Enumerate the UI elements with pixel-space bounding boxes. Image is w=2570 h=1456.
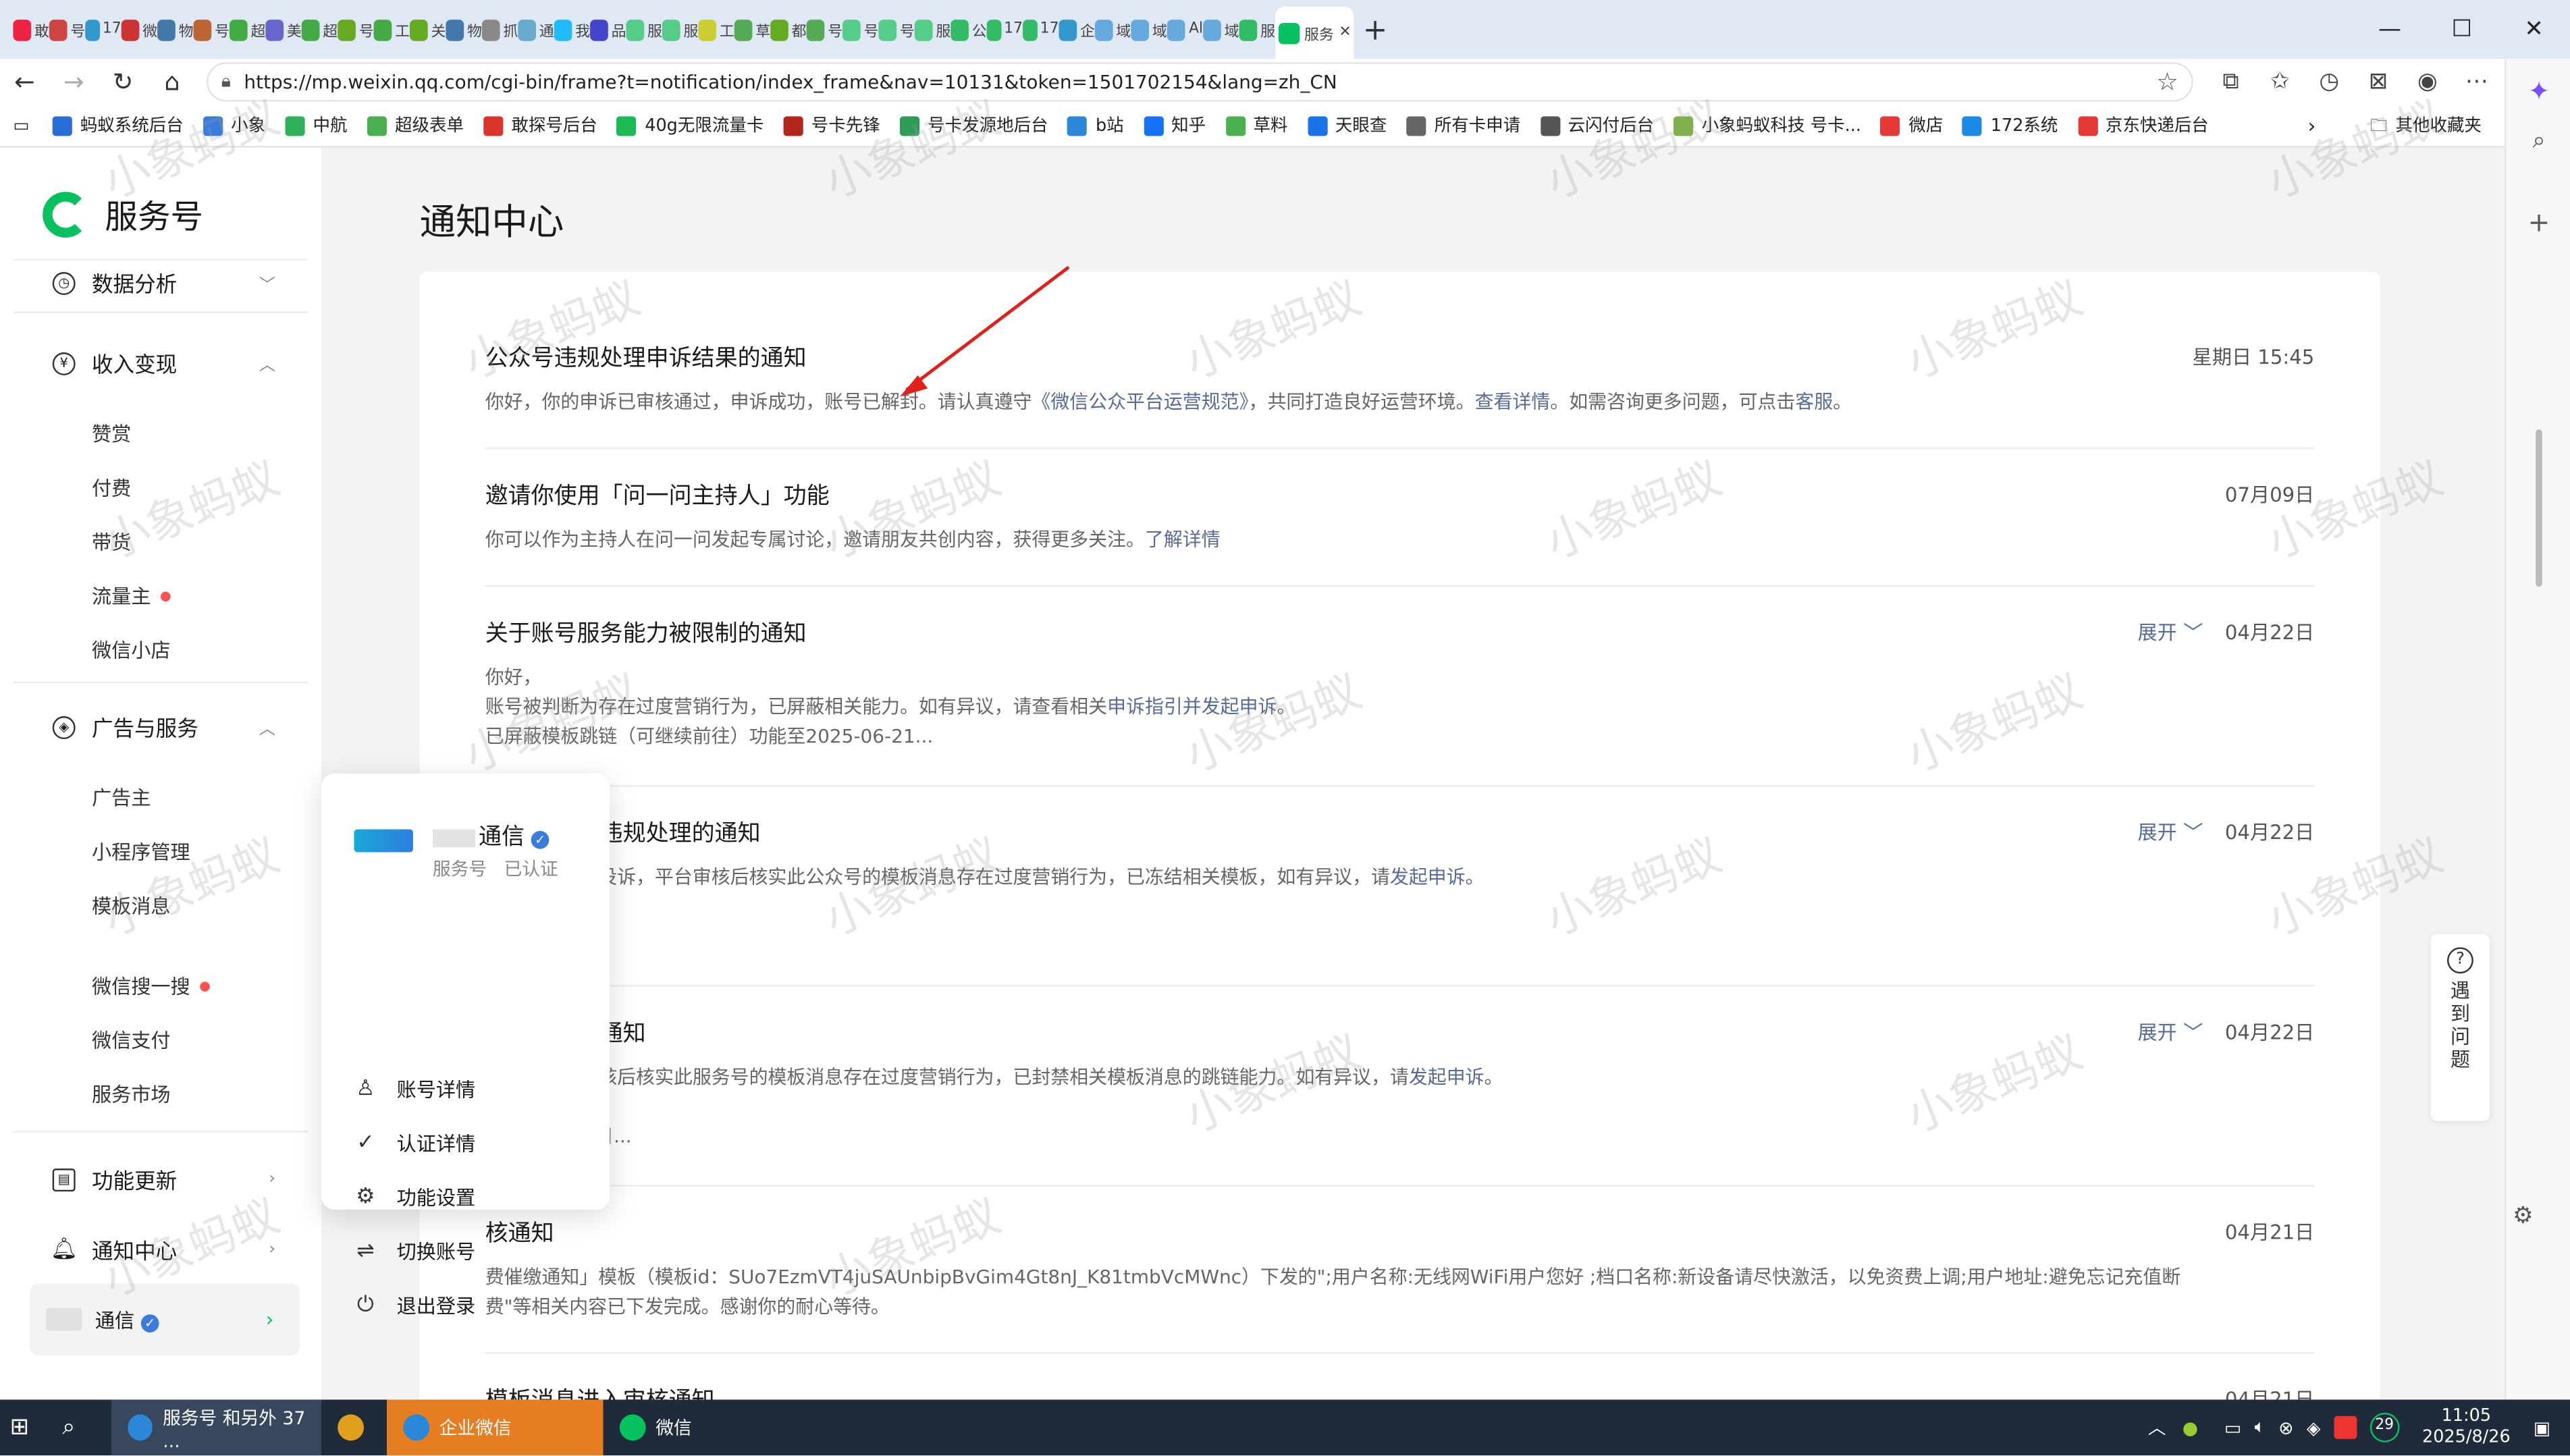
annotation-arrow xyxy=(899,265,1070,397)
system-clock[interactable]: 11:05 2025/8/26 xyxy=(2422,1406,2511,1449)
system-tray: ︿ ● ▭ 🔈︎ ⊗ ◈ 29 11:05 2025/8/26 ▣ xyxy=(2148,1400,2570,1456)
search-icon[interactable]: ⌕ xyxy=(62,1414,111,1440)
tray-app-icon[interactable]: ● xyxy=(2183,1417,2198,1438)
wecom-icon xyxy=(403,1414,430,1441)
edge-icon xyxy=(128,1414,153,1441)
network-icon[interactable]: ▭ xyxy=(2224,1417,2241,1438)
windows-taskbar: ⊞ ⌕ 服务号 和另外 37 ... 企业微信 微信 ︿ ● ▭ 🔈︎ ⊗ ◈ … xyxy=(0,1399,2570,1456)
tray-shield-icon[interactable]: ◈ xyxy=(2307,1417,2321,1438)
notification-badge[interactable]: 29 xyxy=(2370,1412,2399,1442)
taskbar-app-wecom[interactable]: 企业微信 xyxy=(387,1399,604,1456)
windows-start-icon[interactable]: ⊞ xyxy=(10,1414,43,1440)
browser-icon xyxy=(338,1414,365,1441)
taskbar-app-wechat[interactable]: 微信 xyxy=(604,1400,751,1456)
taskbar-app-edge[interactable]: 服务号 和另外 37 ... xyxy=(111,1399,321,1456)
volume-icon[interactable]: 🔈︎ xyxy=(2255,1416,2266,1439)
taskbar-app-browser[interactable] xyxy=(321,1400,387,1456)
tray-app-s-icon[interactable] xyxy=(2333,1415,2357,1439)
tray-close-icon[interactable]: ⊗ xyxy=(2278,1417,2293,1438)
wechat-icon xyxy=(619,1414,646,1441)
tray-up-icon[interactable]: ︿ xyxy=(2148,1414,2166,1440)
notification-center-icon[interactable]: ▣ xyxy=(2534,1417,2550,1438)
